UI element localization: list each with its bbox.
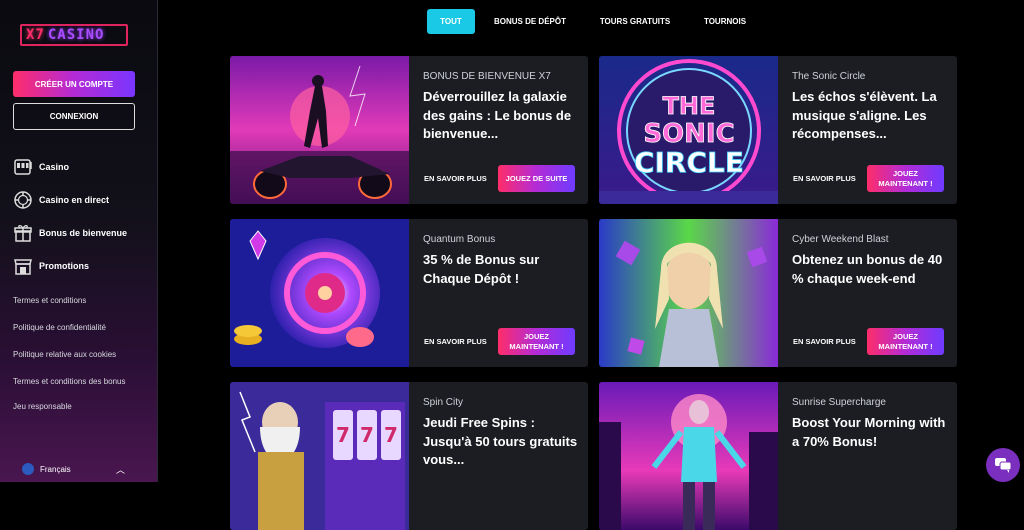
card-title: 35 % de Bonus sur Chaque Dépôt !	[423, 252, 540, 286]
tab-deposit-bonus[interactable]: BONUS DE DÉPÔT	[475, 9, 585, 34]
play-now-button[interactable]: JOUEZ MAINTENANT !	[867, 328, 944, 355]
slot-reel-number: 7	[336, 423, 350, 447]
filter-tabs: TOUT BONUS DE DÉPÔT TOURS GRATUITS TOURN…	[427, 9, 765, 34]
chevron-up-icon[interactable]: ︿	[116, 463, 125, 476]
card-title: Boost Your Morning with a 70% Bonus!	[792, 415, 946, 449]
promo-image-sonic-circle[interactable]: THE SONIC CIRCLE	[599, 56, 778, 204]
image-text-line: CIRCLE	[634, 146, 744, 179]
card-title: Obtenez un bonus de 40 % chaque week-end	[792, 252, 943, 286]
sidebar-nav: Casino Casino en direct Bonus de bienven…	[13, 150, 127, 282]
footer-links: Termes et conditions Politique de confid…	[13, 294, 143, 427]
flag-icon	[22, 463, 34, 475]
promo-card: Sunrise Supercharge Boost Your Morning w…	[599, 382, 957, 530]
promo-image-cyber-woman[interactable]	[599, 219, 778, 367]
tab-all[interactable]: TOUT	[427, 9, 475, 34]
bonus-terms-link[interactable]: Termes et conditions des bonus	[13, 375, 143, 388]
responsible-gaming-link[interactable]: Jeu responsable	[13, 400, 143, 413]
sidebar-item-label: Bonus de bienvenue	[39, 227, 128, 238]
shop-icon	[14, 258, 32, 275]
language-label: Français	[40, 464, 71, 474]
play-now-button[interactable]: JOUEZ DE SUITE	[498, 165, 575, 192]
learn-more-link[interactable]: EN SAVOIR PLUS	[424, 337, 487, 346]
login-button[interactable]: CONNEXION	[13, 103, 135, 130]
sidebar-item-promotions[interactable]: Promotions	[13, 249, 127, 282]
image-text-line: SONIC	[643, 119, 734, 149]
promo-card: Quantum Bonus 35 % de Bonus sur Chaque D…	[230, 219, 588, 367]
slot-reel-number: 7	[384, 423, 398, 447]
promo-image-roulette[interactable]	[230, 219, 409, 367]
card-category: Spin City	[423, 397, 464, 408]
learn-more-link[interactable]: EN SAVOIR PLUS	[424, 174, 487, 183]
card-title: Jeudi Free Spins : Jusqu'à 50 tours grat…	[423, 415, 578, 467]
play-now-button[interactable]: JOUEZ MAINTENANT !	[867, 165, 944, 192]
sidebar-item-casino[interactable]: Casino	[13, 150, 127, 183]
tab-tournaments[interactable]: TOURNOIS	[685, 9, 765, 34]
create-account-button[interactable]: CRÉER UN COMPTE	[13, 71, 135, 97]
promo-image-zeus-slot[interactable]: 7 7 7	[230, 382, 409, 530]
slot-machine-icon	[14, 158, 32, 175]
promo-image-biker[interactable]	[230, 56, 409, 204]
card-category: The Sonic Circle	[792, 71, 866, 82]
promo-card: Cyber Weekend Blast Obtenez un bonus de …	[599, 219, 957, 367]
sidebar-item-welcome-bonus[interactable]: Bonus de bienvenue	[13, 216, 127, 249]
promo-card: 7 7 7 Spin City Jeudi Free Spins : Jusqu…	[230, 382, 588, 530]
sidebar-item-label: Casino	[39, 161, 70, 172]
language-selector[interactable]: Français	[22, 463, 71, 475]
sidebar: X7 CASINO CRÉER UN COMPTE CONNEXION Casin…	[0, 0, 158, 482]
play-now-button[interactable]: JOUEZ MAINTENANT !	[498, 328, 575, 355]
live-chat-button[interactable]	[986, 448, 1020, 482]
sidebar-item-live-casino[interactable]: Casino en direct	[13, 183, 127, 216]
card-category: Sunrise Supercharge	[792, 397, 886, 408]
learn-more-link[interactable]: EN SAVOIR PLUS	[793, 337, 856, 346]
chat-icon	[995, 458, 1012, 473]
learn-more-link[interactable]: EN SAVOIR PLUS	[793, 174, 856, 183]
promo-card: THE SONIC CIRCLE The Sonic Circle Les éc…	[599, 56, 957, 204]
tab-free-spins[interactable]: TOURS GRATUITS	[585, 9, 685, 34]
card-category: Cyber Weekend Blast	[792, 234, 889, 245]
image-text-line: THE	[663, 92, 716, 120]
promo-image-sunrise-woman[interactable]	[599, 382, 778, 530]
card-title: Les échos s'élèvent. La musique s'aligne…	[792, 89, 937, 141]
card-category: Quantum Bonus	[423, 234, 496, 245]
cookies-link[interactable]: Politique relative aux cookies	[13, 348, 143, 361]
slot-reel-number: 7	[360, 423, 374, 447]
privacy-link[interactable]: Politique de confidentialité	[13, 321, 143, 334]
card-title: Déverrouillez la galaxie des gains : Le …	[423, 89, 572, 141]
sidebar-item-label: Promotions	[39, 260, 90, 271]
gift-icon	[14, 224, 32, 242]
chip-icon	[14, 190, 32, 209]
promo-card: BONUS DE BIENVENUE X7 Déverrouillez la g…	[230, 56, 588, 204]
card-category: BONUS DE BIENVENUE X7	[423, 71, 551, 82]
casino-logo[interactable]: X7 CASINO	[20, 24, 128, 46]
sidebar-item-label: Casino en direct	[39, 194, 110, 205]
terms-link[interactable]: Termes et conditions	[13, 294, 143, 307]
